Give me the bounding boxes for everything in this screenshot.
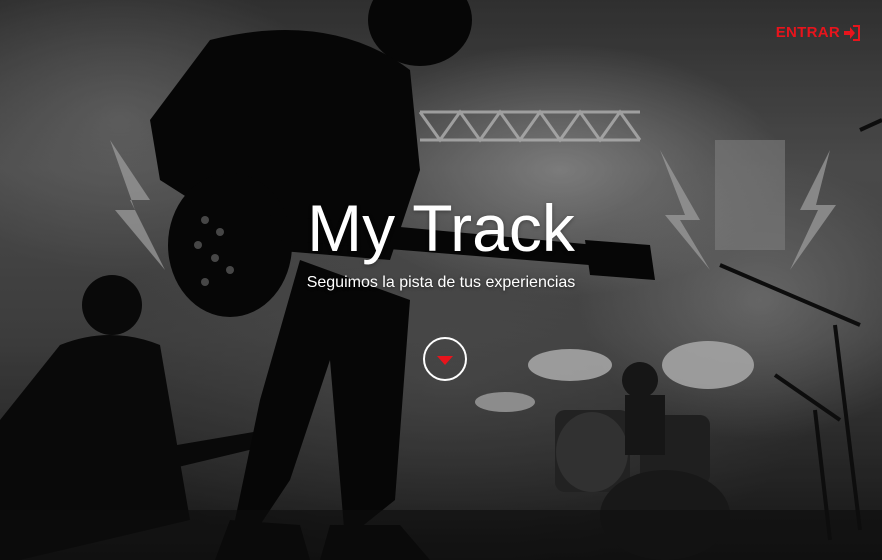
scroll-down-button[interactable] <box>423 337 467 381</box>
chevron-down-icon <box>437 356 453 365</box>
login-link[interactable]: ENTRAR <box>776 24 860 41</box>
hero-title: My Track <box>307 191 575 265</box>
hero-section: ENTRAR My Track Seguimos la pista de tus… <box>0 0 882 560</box>
hero-subtitle: Seguimos la pista de tus experiencias <box>306 274 576 291</box>
sign-in-icon <box>844 24 860 41</box>
login-label: ENTRAR <box>775 24 840 41</box>
hero-heading-group: My Track Seguimos la pista de tus experi… <box>0 190 882 292</box>
